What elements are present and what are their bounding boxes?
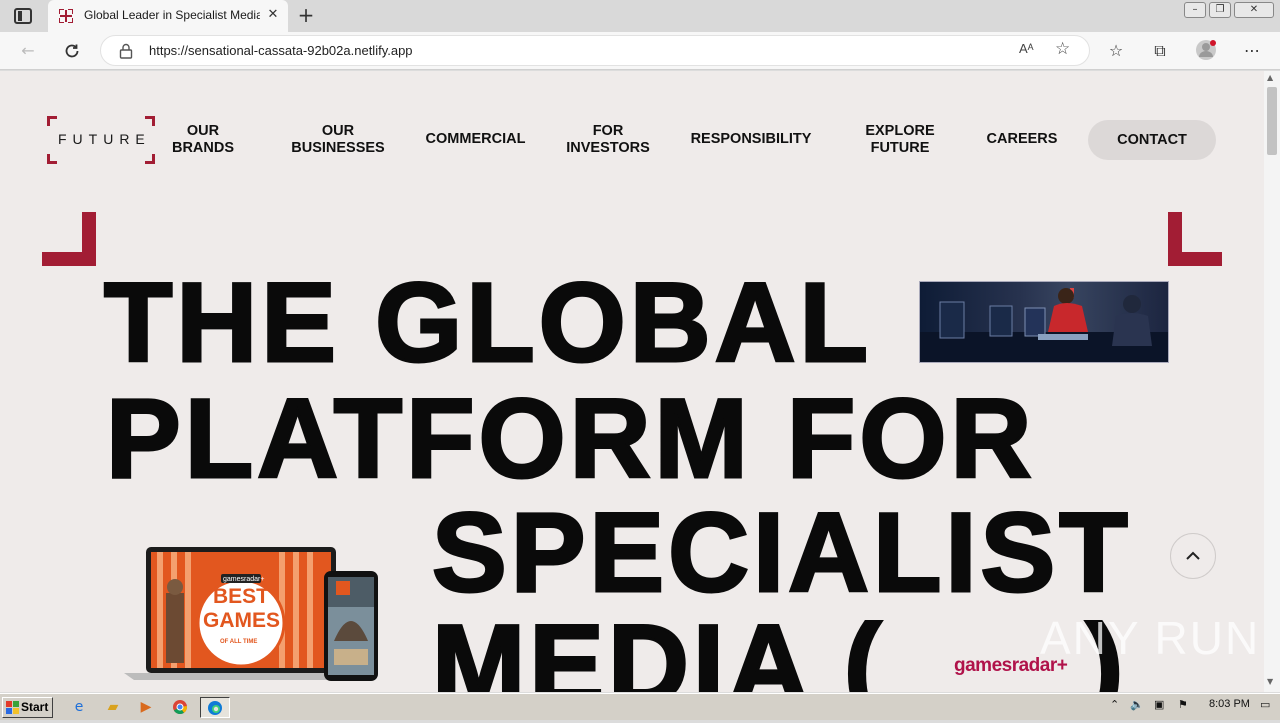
best-games-promo-devices: gamesradar+ BEST GAMES OF ALL TIME [124, 545, 380, 685]
browser-tab-active[interactable]: Global Leader in Specialist Media ✕ [48, 0, 288, 32]
logo-corner-bl [47, 154, 57, 164]
window-close-button[interactable]: ✕ [1234, 2, 1274, 18]
anyrun-watermark: ANY RUN [1040, 612, 1261, 664]
logo-corner-br [145, 154, 155, 164]
hero-line-3: SPECIALIST [431, 490, 1132, 615]
nav-explore-future[interactable]: EXPLORE FUTURE [855, 123, 945, 157]
browser-toolbar: ← https://sensational-cassata-92b02a.net… [0, 32, 1280, 70]
favorites-icon[interactable]: ☆ [1104, 39, 1128, 63]
explorer-folder-icon[interactable]: ▰ [102, 697, 124, 718]
windows-logo-icon [6, 701, 19, 714]
tab-title: Global Leader in Specialist Media [84, 8, 260, 22]
action-center-flag-icon[interactable]: ⚑ [1178, 698, 1188, 711]
address-bar[interactable]: https://sensational-cassata-92b02a.netli… [100, 35, 1090, 66]
scrollbar-thumb[interactable] [1267, 87, 1277, 155]
lock-icon[interactable] [119, 43, 133, 59]
logo-wordmark: FUTURE [58, 131, 151, 147]
scroll-down-icon[interactable]: ▼ [1267, 677, 1273, 686]
windows-taskbar: Start e ▰ ▶ ⌃ 🔈 ▣ ⚑ 8:03 PM ▭ [0, 693, 1280, 720]
hero-corner-left-horizontal [42, 252, 96, 266]
tab-close-icon[interactable]: ✕ [264, 6, 282, 24]
read-aloud-icon[interactable]: Aᴬ [1019, 41, 1034, 56]
nav-our-businesses[interactable]: OUR BUSINESSES [282, 123, 394, 157]
future-favicon-icon [59, 9, 73, 23]
nav-for-investors[interactable]: FOR INVESTORS [558, 123, 658, 157]
back-arrow-icon[interactable]: ← [16, 39, 40, 63]
network-icon[interactable]: ▣ [1154, 698, 1164, 711]
hero-line-2: PLATFORM FOR [104, 376, 1036, 501]
tab-strip: Global Leader in Specialist Media ✕ + – … [0, 0, 1280, 32]
nav-careers[interactable]: CAREERS [980, 131, 1064, 148]
show-desktop-icon[interactable]: ▭ [1260, 698, 1270, 711]
promo-brand-small: gamesradar+ [223, 576, 265, 583]
add-favorite-icon[interactable]: ☆ [1055, 39, 1070, 59]
scroll-to-top-button[interactable] [1170, 533, 1216, 579]
scroll-up-icon[interactable]: ▲ [1267, 73, 1273, 82]
future-logo[interactable]: FUTURE [47, 116, 155, 164]
start-label: Start [21, 700, 49, 714]
start-button[interactable]: Start [2, 697, 53, 718]
taskbar-clock[interactable]: 8:03 PM [1209, 698, 1250, 710]
url-text[interactable]: https://sensational-cassata-92b02a.netli… [149, 43, 413, 58]
edge-taskbar-icon[interactable] [200, 697, 230, 718]
tray-expand-icon[interactable]: ⌃ [1110, 698, 1119, 711]
promo-headline-games: GAMES [203, 609, 281, 632]
page-scrollbar[interactable]: ▲ ▼ [1264, 71, 1280, 692]
tab-actions-icon[interactable] [14, 8, 32, 24]
new-tab-button[interactable]: + [294, 4, 318, 28]
restore-button[interactable]: ❐ [1209, 2, 1231, 18]
hero-corner-right-horizontal [1168, 252, 1222, 266]
promo-subtitle: OF ALL TIME [220, 639, 258, 645]
settings-more-icon[interactable]: ⋯ [1240, 39, 1264, 63]
nav-commercial[interactable]: COMMERCIAL [418, 131, 533, 148]
page-viewport: FUTURE OUR BRANDS OUR BUSINESSES COMMERC… [0, 71, 1264, 692]
ie-icon[interactable]: e [68, 697, 90, 718]
minimize-button[interactable]: – [1184, 2, 1206, 18]
logo-corner-tr [145, 116, 155, 126]
logo-corner-tl [47, 116, 57, 126]
refresh-icon[interactable] [60, 39, 84, 63]
promo-headline-best: BEST [213, 585, 270, 608]
collections-icon[interactable]: ⧉ [1148, 39, 1172, 63]
contact-button[interactable]: CONTACT [1088, 120, 1216, 160]
volume-icon[interactable]: 🔈 [1130, 698, 1144, 711]
chevron-up-icon [1186, 551, 1200, 560]
chrome-icon[interactable] [169, 697, 191, 718]
media-player-icon[interactable]: ▶ [135, 697, 157, 718]
gaming-photo [919, 281, 1169, 363]
hero-line-4a: MEDIA ( [430, 602, 886, 692]
nav-our-brands[interactable]: OUR BRANDS [162, 123, 244, 157]
hero-line-1: THE GLOBAL [103, 260, 872, 385]
nav-responsibility[interactable]: RESPONSIBILITY [684, 131, 818, 148]
profile-avatar-icon[interactable] [1194, 39, 1218, 63]
